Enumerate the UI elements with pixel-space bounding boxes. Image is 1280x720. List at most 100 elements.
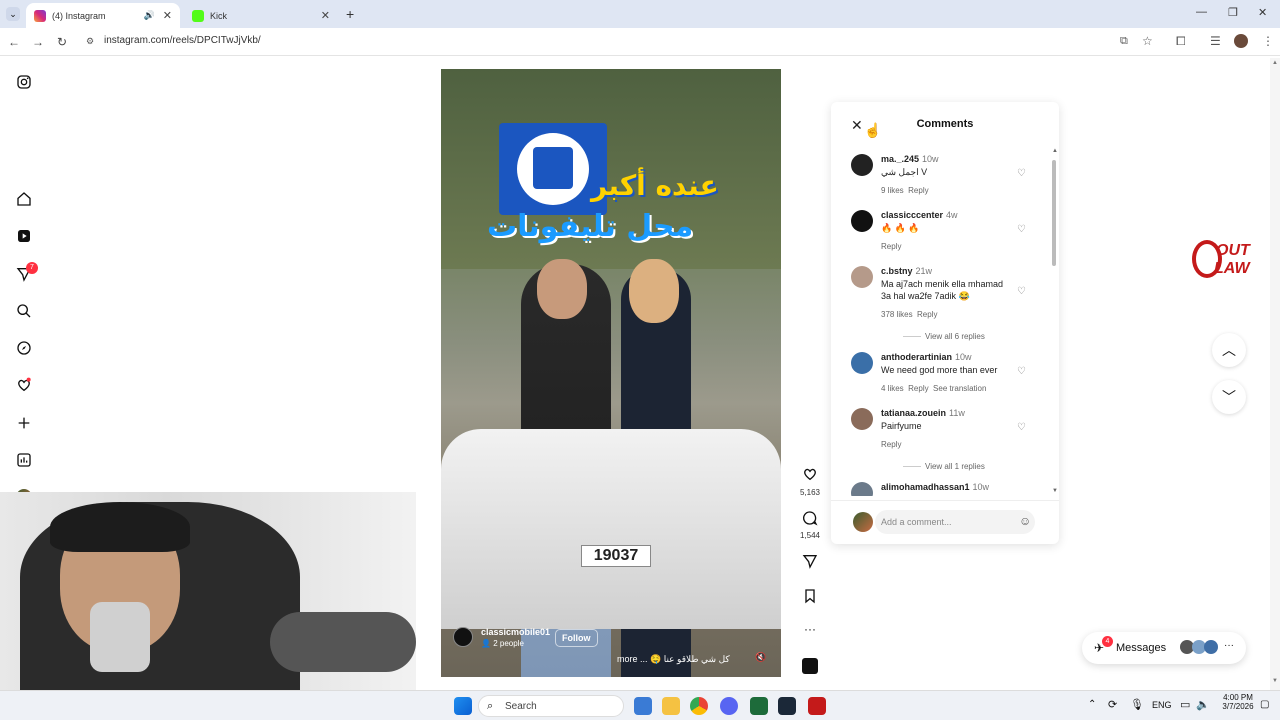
notification-center-icon[interactable]: ▢ — [1260, 699, 1269, 710]
back-icon[interactable]: ← — [6, 34, 22, 50]
terminal-icon[interactable] — [750, 697, 768, 715]
microphone-icon[interactable]: 🎙 — [1130, 698, 1144, 711]
comment-like-heart-icon[interactable]: ♡ — [1017, 168, 1026, 179]
commenter-avatar[interactable] — [851, 266, 873, 288]
collab-people[interactable]: 👤 2 people — [481, 639, 524, 648]
poster-avatar[interactable] — [453, 627, 473, 647]
mute-icon[interactable]: 🔇 — [755, 652, 766, 663]
home-icon[interactable] — [14, 189, 34, 209]
new-tab-icon[interactable]: + — [346, 6, 354, 22]
create-plus-icon[interactable] — [14, 413, 34, 433]
profile-avatar[interactable] — [1234, 34, 1248, 48]
reel-video[interactable]: عنده أكبر محل تليفونات 19037 classicmobi… — [441, 69, 781, 677]
comment-like-heart-icon[interactable]: ♡ — [1017, 366, 1026, 377]
reel-caption[interactable]: كل شي طلاقو عنا 🤤 ... more — [617, 654, 730, 665]
like-heart-icon[interactable] — [800, 466, 820, 486]
see-translation-link[interactable]: See translation — [933, 384, 986, 393]
comment-username[interactable]: classicccenter 4w — [881, 210, 958, 220]
follow-button[interactable]: Follow — [555, 629, 598, 647]
network-icon[interactable]: ▭ — [1180, 698, 1190, 711]
comment-username[interactable]: alimohamadhassan1 10w — [881, 482, 989, 492]
view-replies-link[interactable]: View all 1 replies — [903, 462, 985, 471]
store-icon[interactable] — [634, 697, 652, 715]
clock[interactable]: 4:00 PM 3/7/2026 — [1222, 693, 1254, 711]
emoji-icon[interactable]: ☺ — [1019, 514, 1031, 528]
direct-messages-icon[interactable]: 7 — [14, 262, 38, 284]
bookmark-star-icon[interactable]: ☆ — [1142, 34, 1153, 48]
sync-icon[interactable]: ⟳ — [1108, 698, 1117, 711]
more-options-icon[interactable]: ··· — [800, 622, 820, 642]
tab-instagram[interactable]: (4) Instagram 🔊 ✕ — [26, 3, 180, 28]
share-icon[interactable] — [800, 553, 820, 573]
comment-likes[interactable]: 378 likes — [881, 310, 913, 319]
chrome-icon[interactable] — [690, 697, 708, 715]
commenter-avatar[interactable] — [851, 482, 873, 496]
search-icon[interactable] — [14, 301, 34, 321]
comment-username[interactable]: tatianaa.zouein 11w — [881, 408, 965, 418]
close-tab-icon[interactable]: ✕ — [321, 9, 330, 22]
steam-icon[interactable] — [778, 697, 796, 715]
audio-thumbnail[interactable] — [802, 658, 818, 674]
restore-icon[interactable]: ❐ — [1228, 6, 1238, 19]
save-bookmark-icon[interactable] — [800, 588, 820, 608]
minimize-icon[interactable]: — — [1196, 6, 1207, 18]
volume-icon[interactable]: 🔈 — [1196, 698, 1210, 711]
commenter-avatar[interactable] — [851, 210, 873, 232]
comment-input[interactable]: Add a comment... — [875, 510, 1035, 534]
browser-menu-icon[interactable]: ⋮ — [1262, 34, 1274, 48]
tab-list-chevron-icon[interactable]: ⌄ — [6, 7, 20, 21]
reply-link[interactable]: Reply — [908, 186, 928, 195]
scroll-up-arrow-icon[interactable]: ▲ — [1052, 148, 1058, 154]
reels-icon[interactable] — [14, 226, 34, 246]
page-scrollbar[interactable]: ▲ ▼ — [1270, 58, 1280, 690]
comment-username[interactable]: c.bstny 21w — [881, 266, 932, 276]
comments-scrollbar[interactable] — [1052, 160, 1056, 266]
file-explorer-icon[interactable] — [662, 697, 680, 715]
windows-start-icon[interactable] — [454, 697, 472, 715]
comment-like-heart-icon[interactable]: ♡ — [1017, 286, 1026, 297]
reload-icon[interactable]: ↻ — [54, 34, 70, 50]
close-window-icon[interactable]: ✕ — [1258, 6, 1267, 19]
people-icon: 👤 — [481, 639, 491, 648]
commenter-avatar[interactable] — [851, 352, 873, 374]
reply-link[interactable]: Reply — [881, 242, 901, 251]
instagram-logo-icon[interactable] — [14, 72, 34, 92]
discord-icon[interactable] — [720, 697, 738, 715]
dashboard-icon[interactable] — [14, 450, 34, 470]
taskbar-search-box[interactable]: ⌕ Search — [478, 695, 624, 717]
view-replies-link[interactable]: View all 6 replies — [903, 332, 985, 341]
forward-icon[interactable]: → — [30, 34, 46, 50]
app-icon[interactable] — [808, 697, 826, 715]
poster-username[interactable]: classicmobile01 — [481, 627, 550, 637]
extensions-icon[interactable]: ⧠ — [1176, 34, 1186, 49]
site-info-icon[interactable]: ⚙ — [86, 36, 94, 47]
speaker-icon[interactable]: 🔊 — [144, 10, 155, 21]
comment-username[interactable]: ma._.245 10w — [881, 154, 939, 164]
cast-icon[interactable]: ⧉ — [1120, 35, 1128, 48]
previous-reel-chevron-up-icon[interactable]: ︿ — [1212, 333, 1246, 367]
comment-likes[interactable]: 4 likes — [881, 384, 904, 393]
comment-like-heart-icon[interactable]: ♡ — [1017, 224, 1026, 235]
url-field[interactable]: instagram.com/reels/DPCITwJjVkb/ — [104, 35, 261, 46]
reply-link[interactable]: Reply — [908, 384, 928, 393]
comment-like-heart-icon[interactable]: ♡ — [1017, 422, 1026, 433]
notifications-heart-icon[interactable] — [14, 375, 34, 395]
messages-badge: 4 — [1102, 636, 1113, 647]
language-indicator[interactable]: ENG — [1152, 700, 1172, 710]
reading-list-icon[interactable]: ☰ — [1210, 34, 1221, 48]
scroll-down-arrow-icon[interactable]: ▼ — [1052, 488, 1058, 494]
close-tab-icon[interactable]: ✕ — [163, 9, 172, 22]
commenter-avatar[interactable] — [851, 154, 873, 176]
reply-link[interactable]: Reply — [881, 440, 901, 449]
messages-button[interactable]: ✈ 4 Messages ··· — [1082, 632, 1246, 664]
reply-link[interactable]: Reply — [917, 310, 937, 319]
comment-meta: 4 likes Reply See translation — [881, 384, 986, 393]
comment-icon[interactable] — [800, 510, 820, 530]
comment-likes[interactable]: 9 likes — [881, 186, 904, 195]
tab-kick[interactable]: Kick ✕ — [184, 3, 338, 28]
comment-username[interactable]: anthoderartinian 10w — [881, 352, 972, 362]
tray-chevron-icon[interactable]: ⌃ — [1088, 699, 1096, 710]
commenter-avatar[interactable] — [851, 408, 873, 430]
explore-icon[interactable] — [14, 338, 34, 358]
next-reel-chevron-down-icon[interactable]: ﹀ — [1212, 380, 1246, 414]
